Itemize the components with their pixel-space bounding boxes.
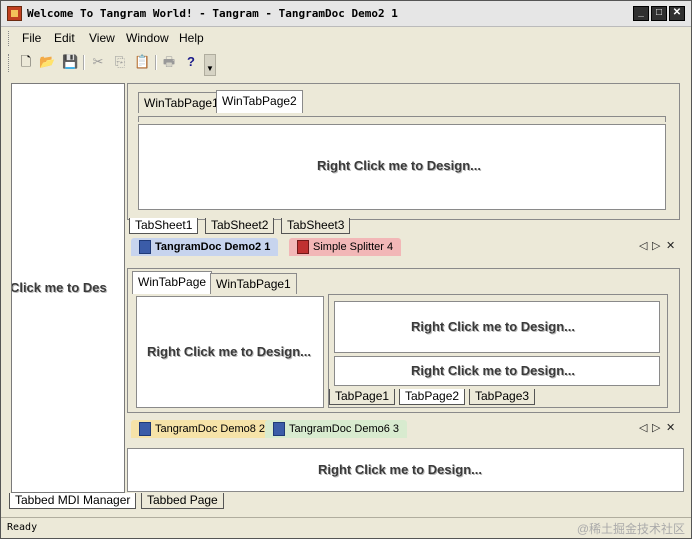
tab-tabbed-page[interactable]: Tabbed Page — [141, 493, 224, 509]
left-design-pane[interactable]: t Click me to Des — [11, 83, 125, 493]
tab-tabsheet2[interactable]: TabSheet2 — [205, 218, 275, 234]
tab-tabbed-mdi-manager[interactable]: Tabbed MDI Manager — [9, 493, 137, 509]
design-canvas-lower[interactable]: Right Click me to Design... — [334, 356, 660, 386]
new-document-icon[interactable]: 🗋 — [18, 54, 34, 70]
menu-help[interactable]: Help — [179, 31, 204, 45]
scroll-right-icon[interactable]: ▷ — [652, 421, 660, 434]
toolbar-grip[interactable] — [8, 54, 11, 72]
close-button[interactable]: ✕ — [669, 6, 685, 21]
watermark: @稀土掘金技术社区 — [576, 522, 685, 536]
toolbar-overflow-button[interactable]: ▼ — [204, 54, 216, 76]
doc-tab-tangramdoc-demo2-1[interactable]: TangramDoc Demo2 1 — [131, 238, 279, 256]
splitter-icon — [297, 240, 309, 254]
save-icon[interactable]: 💾 — [62, 54, 78, 70]
design-canvas[interactable]: Right Click me to Design... — [138, 124, 666, 210]
bottom-tab-group: WinTabPage WinTabPage1 Right Click me to… — [127, 268, 680, 413]
tab-tabpage1[interactable]: TabPage1 — [329, 389, 396, 405]
doc-tab-simple-splitter-4[interactable]: Simple Splitter 4 — [289, 238, 402, 256]
print-icon[interactable]: 🖶 — [161, 54, 177, 70]
tab-wintabpage[interactable]: WinTabPage — [132, 271, 213, 294]
main-window: Welcome To Tangram World! - Tangram - Ta… — [0, 0, 692, 539]
maximize-button[interactable]: □ — [651, 6, 667, 21]
open-folder-icon[interactable]: 📂 — [39, 54, 55, 70]
scroll-right-icon[interactable]: ▷ — [652, 239, 660, 252]
design-hint: Right Click me to Design... — [318, 462, 482, 477]
status-text: Ready — [7, 522, 38, 533]
minimize-button[interactable]: _ — [633, 6, 649, 21]
mdi-client: t Click me to Des WinTabPage1 WinTabPage… — [9, 81, 686, 513]
doc-tab-tangramdoc-demo8-2[interactable]: TangramDoc Demo8 2 — [131, 420, 274, 438]
tab-wintabpage2[interactable]: WinTabPage2 — [216, 90, 303, 113]
window-title: Welcome To Tangram World! - Tangram - Ta… — [27, 7, 398, 20]
tab-wintabpage1[interactable]: WinTabPage1 — [210, 273, 297, 294]
document-icon — [139, 240, 151, 254]
tab-tabsheet3[interactable]: TabSheet3 — [281, 218, 351, 234]
cut-icon[interactable]: ✂ — [90, 54, 106, 70]
scroll-left-icon[interactable]: ◁ — [639, 421, 647, 434]
design-canvas-left[interactable]: Right Click me to Design... — [136, 296, 324, 408]
doc-tab-strip-bottom: TangramDoc Demo8 2 TangramDoc Demo6 3 ◁ … — [127, 419, 680, 439]
design-canvas-bottom[interactable]: Right Click me to Design... — [127, 448, 684, 492]
menu-bar: File Edit View Window Help — [1, 28, 691, 49]
paste-icon[interactable]: 📋 — [134, 54, 150, 70]
doc-tab-tangramdoc-demo6-3[interactable]: TangramDoc Demo6 3 — [265, 420, 408, 438]
design-hint: Right Click me to Design... — [317, 158, 481, 173]
copy-icon[interactable]: ⎘ — [112, 54, 128, 70]
document-icon — [273, 422, 285, 436]
tab-page-header-line — [138, 116, 666, 122]
menu-window[interactable]: Window — [126, 31, 169, 45]
standard-toolbar: 🗋 📂 💾 ✂ ⎘ 📋 🖶 ? ▼ — [1, 50, 221, 76]
doc-tab-strip-top: TangramDoc Demo2 1 Simple Splitter 4 ◁ ▷… — [127, 237, 680, 257]
document-icon — [139, 422, 151, 436]
design-hint: Right Click me to Design... — [411, 319, 575, 334]
tab-wintabpage1[interactable]: WinTabPage1 — [138, 92, 225, 113]
design-hint: Right Click me to Design... — [411, 363, 575, 378]
menu-edit[interactable]: Edit — [54, 31, 75, 45]
close-tab-icon[interactable]: ✕ — [666, 421, 675, 434]
menubar-grip[interactable] — [8, 31, 11, 46]
design-canvas-upper[interactable]: Right Click me to Design... — [334, 301, 660, 353]
toolbar-separator — [83, 55, 85, 70]
menu-view[interactable]: View — [89, 31, 115, 45]
help-icon[interactable]: ? — [183, 54, 199, 70]
design-hint: Right Click me to Design... — [147, 344, 311, 359]
status-bar: Ready @稀土掘金技术社区 — [1, 517, 691, 538]
close-tab-icon[interactable]: ✕ — [666, 239, 675, 252]
app-icon[interactable] — [7, 6, 22, 21]
title-bar[interactable]: Welcome To Tangram World! - Tangram - Ta… — [1, 1, 691, 27]
design-hint: t Click me to Des — [11, 280, 107, 295]
nested-tab-container: Right Click me to Design... Right Click … — [328, 294, 668, 408]
scroll-left-icon[interactable]: ◁ — [639, 239, 647, 252]
menu-file[interactable]: File — [22, 31, 41, 45]
top-tab-group: WinTabPage1 WinTabPage2 Right Click me t… — [127, 83, 680, 234]
mdi-tab-strip: Tabbed MDI Manager Tabbed Page — [9, 493, 686, 513]
tab-tabpage3[interactable]: TabPage3 — [469, 389, 536, 405]
tab-tabsheet1[interactable]: TabSheet1 — [129, 218, 199, 234]
right-splitter-area: WinTabPage1 WinTabPage2 Right Click me t… — [127, 83, 684, 493]
tab-tabpage2[interactable]: TabPage2 — [399, 389, 466, 405]
toolbar-separator — [155, 55, 157, 70]
